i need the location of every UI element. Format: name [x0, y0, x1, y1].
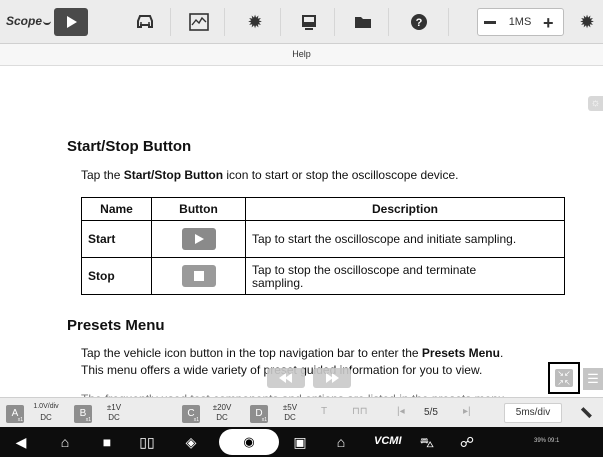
vehicle-icon[interactable]: ⛍	[416, 433, 438, 451]
top-toolbar: Scope ✹ ? 1MS + ✹	[0, 0, 603, 44]
column-header: Name	[81, 197, 152, 221]
channel-a[interactable]: Ax1 1.0V/div DC	[6, 403, 68, 425]
presets-description-line1: Tap the vehicle icon button in the top n…	[81, 346, 504, 360]
help-icon[interactable]: ?	[406, 9, 432, 35]
next-page-button[interactable]	[313, 368, 351, 388]
channel-bar: Ax1 1.0V/div DC Bx1 ±1V DC Cx1 ±20V DC D…	[0, 397, 603, 427]
row-name: Start	[81, 220, 152, 258]
channel-d[interactable]: Dx1 ±5V DC	[250, 403, 312, 425]
folder-icon[interactable]	[350, 9, 376, 35]
network-icon[interactable]: ☍	[456, 433, 478, 451]
start-icon	[181, 228, 216, 250]
page-indicator: 5/5	[424, 407, 438, 418]
column-header: Button	[151, 197, 246, 221]
app-logo: Scope	[6, 14, 52, 28]
column-header: Description	[245, 197, 565, 221]
start-stop-table: Name Button Description Start Tap to sta…	[81, 197, 565, 295]
help-title: Help	[292, 49, 311, 59]
recent-apps-icon[interactable]: ■	[96, 433, 118, 451]
previous-page-button[interactable]	[267, 368, 305, 388]
channel-b-badge: Bx1	[74, 405, 92, 423]
svg-text:?: ?	[416, 17, 423, 29]
timebase-decrease-button[interactable]	[484, 21, 496, 24]
channel-d-badge: Dx1	[250, 405, 268, 423]
first-page-icon[interactable]: |◂	[397, 406, 405, 417]
display-icon[interactable]	[296, 9, 322, 35]
last-page-icon[interactable]: ▸|	[463, 406, 471, 417]
list-icon[interactable]: ☰	[583, 368, 603, 390]
autel-icon[interactable]: ◈	[180, 433, 202, 451]
help-title-bar: Help	[0, 44, 603, 66]
service-home-icon[interactable]: ⌂	[330, 433, 352, 451]
table-row: Start Tap to start the oscilloscope and …	[81, 220, 565, 258]
trigger-icon[interactable]: T	[321, 406, 327, 417]
status-indicators: 39% 09:1	[534, 438, 560, 444]
channel-b[interactable]: Bx1 ±1V DC	[74, 403, 136, 425]
section-title-presets-menu: Presets Menu	[67, 317, 165, 334]
camera-icon: ◉	[243, 434, 255, 449]
row-description: Tap to start the oscilloscope and initia…	[245, 220, 565, 258]
section-title-start-stop: Start/Stop Button	[67, 138, 192, 155]
timebase-stepper: 1MS +	[477, 8, 564, 36]
gear-icon[interactable]: ✹	[242, 9, 268, 35]
back-icon[interactable]: ◀	[10, 433, 32, 451]
settings-icon[interactable]: ✹	[574, 9, 600, 35]
home-icon[interactable]: ⌂	[54, 433, 76, 451]
timebase-increase-button[interactable]: +	[543, 13, 554, 34]
row-description-cont: sampling.	[252, 275, 304, 290]
channel-c-badge: Cx1	[182, 405, 200, 423]
collapse-icon[interactable]: ↘↙ ↗↖	[555, 369, 573, 387]
row-description: Tap to stop the oscilloscope and termina…	[252, 262, 477, 277]
collapse-highlight: ↘↙ ↗↖	[548, 362, 580, 394]
row-name: Stop	[81, 257, 152, 295]
play-button[interactable]	[54, 8, 88, 36]
record-icon[interactable]: ▣	[289, 433, 311, 451]
lightbulb-icon[interactable]: ☼	[588, 96, 603, 111]
wrench-icon[interactable]: ▬	[579, 402, 597, 420]
time-div-selector[interactable]: 5ms/div	[504, 403, 562, 423]
timebase-value: 1MS	[508, 16, 532, 28]
start-stop-description: Tap the Start/Stop Button icon to start …	[81, 168, 459, 182]
pulse-icon[interactable]: ⊓⊓	[352, 406, 368, 417]
vcmi-icon[interactable]: VCMI	[374, 435, 402, 447]
chart-icon[interactable]	[186, 9, 212, 35]
table-row: Stop Tap to stop the oscilloscope and te…	[81, 257, 565, 295]
channel-a-badge: Ax1	[6, 405, 24, 423]
car-icon[interactable]	[132, 9, 158, 35]
table-header-row: Name Button Description	[81, 197, 565, 221]
channel-c[interactable]: Cx1 ±20V DC	[182, 403, 244, 425]
screenshot-button[interactable]: ◉	[219, 429, 279, 455]
scope-help-screen: Scope ✹ ? 1MS + ✹ Help ☼ Start/Stop Butt…	[0, 0, 603, 457]
stop-icon	[181, 265, 216, 287]
multi-window-icon[interactable]: ▯▯	[136, 433, 158, 451]
system-nav-bar: ◀ ⌂ ■ ▯▯ ◈ ◉ ▣ ⌂ VCMI ⛍ ☍ 39% 09:1	[0, 427, 603, 457]
